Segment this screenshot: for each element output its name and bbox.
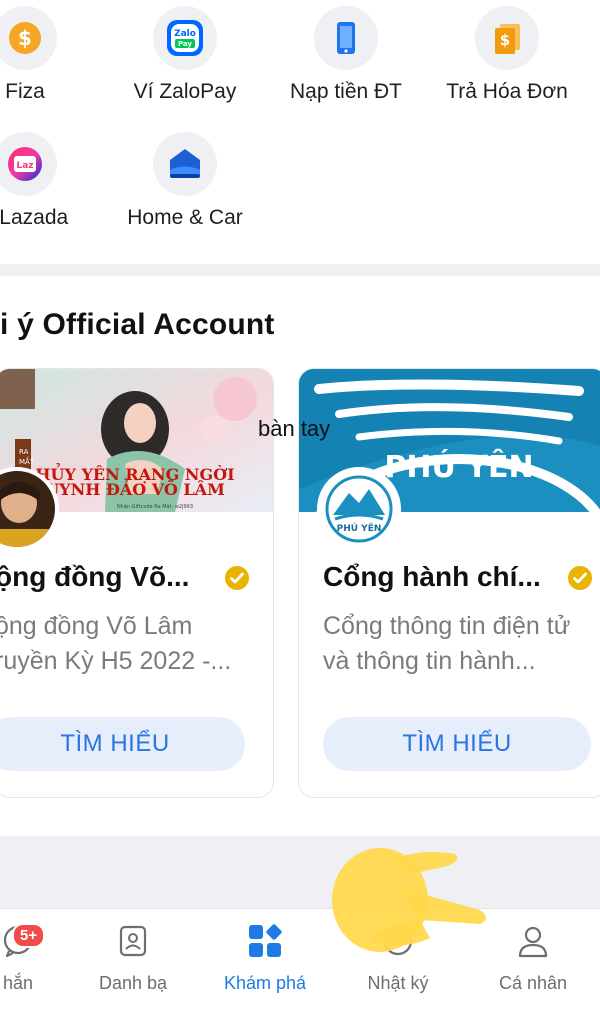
discover-icon [245,921,285,961]
oa-card-phu-yen[interactable]: PHÚ YÊN PHÚ YÊN Cổng hành chí... Cổng th… [298,368,600,798]
svg-text:MẮT: MẮT [19,456,35,466]
dollar-coin-icon: $ [0,6,57,70]
banner-small-text: Nhận Giftcode Ra Mắt: w2j993 [117,503,193,510]
tab-label: Khám phá [223,973,307,993]
banner-text-2: UYNH ĐẢO VÕ LÂM [45,476,225,499]
oa-description: Cổng thông tin điện tử và thông tin hành… [323,612,571,675]
bottom-tab-bar: 5+ hắn Danh bạ Khám phá Nhật ký Cá nhân [0,908,600,1020]
zalopay-icon-text-bottom: Pay [178,40,192,48]
service-bill[interactable]: $ Trả Hóa Đơn [432,6,582,104]
oa-name: Cổng hành chí... [323,561,541,592]
oa-name: ộng đồng Võ... [0,561,190,592]
service-label: p Lazada [0,206,69,229]
banner-text: PHÚ YÊN [384,448,533,485]
svg-text:$: $ [18,26,32,50]
oa-avatar: PHÚ YÊN [317,467,401,551]
bottom-spacer [0,836,600,908]
tab-messages[interactable]: 5+ hắn [0,921,78,994]
service-fiza[interactable]: $ Fiza [0,6,100,104]
learn-more-button[interactable]: TÌM HIỂU [323,717,591,771]
tab-label: Cá nhân [498,973,568,993]
service-zalopay[interactable]: Zalo Pay Ví ZaloPay [110,6,260,104]
pointing-hand-icon [332,848,486,952]
service-label: Trả Hóa Đơn [446,80,568,103]
home-car-icon [153,132,217,196]
contacts-icon [113,921,153,961]
overlay-label: bàn tay [258,416,331,441]
learn-more-button[interactable]: TÌM HIỂU [0,717,245,771]
section-divider [0,264,600,276]
unread-badge: 5+ [12,923,46,948]
lazada-icon-text: Laz [16,161,33,171]
section-title: i ý Official Account [0,308,275,341]
zalopay-icon: Zalo Pay [153,6,217,70]
tab-discover[interactable]: Khám phá [205,921,325,994]
oa-card-vo-lam[interactable]: RA MẮT HỦY YÊN RẠNG NGỜI UYNH ĐẢO VÕ LÂM… [0,368,274,798]
avatar-text: PHÚ YÊN [337,522,382,534]
service-topup[interactable]: Nạp tiền ĐT [271,6,421,104]
service-label: Nạp tiền ĐT [289,80,403,103]
bill-icon: $ [475,6,539,70]
service-lazada[interactable]: Laz p Lazada [0,132,100,230]
zalopay-icon-text-top: Zalo [174,29,196,39]
tab-label: Danh bạ [98,973,168,993]
service-home-car[interactable]: Home & Car [110,132,260,230]
tab-label: hắn [2,973,34,993]
oa-description: ộng đồng Võ Lâm ruyền Kỳ H5 2022 -... [0,612,232,675]
tab-label: Nhật ký [367,973,429,993]
phone-icon [314,6,378,70]
service-label: Ví ZaloPay [133,80,237,103]
lazada-icon: Laz [0,132,57,196]
svg-text:$: $ [500,31,510,49]
verified-badge-icon [225,566,249,590]
service-label: Fiza [5,80,45,103]
verified-badge-icon [568,566,592,590]
service-label: Home & Car [127,206,243,229]
svg-text:RA: RA [19,448,29,456]
tab-contacts[interactable]: Danh bạ [73,921,193,994]
person-icon [513,921,553,961]
